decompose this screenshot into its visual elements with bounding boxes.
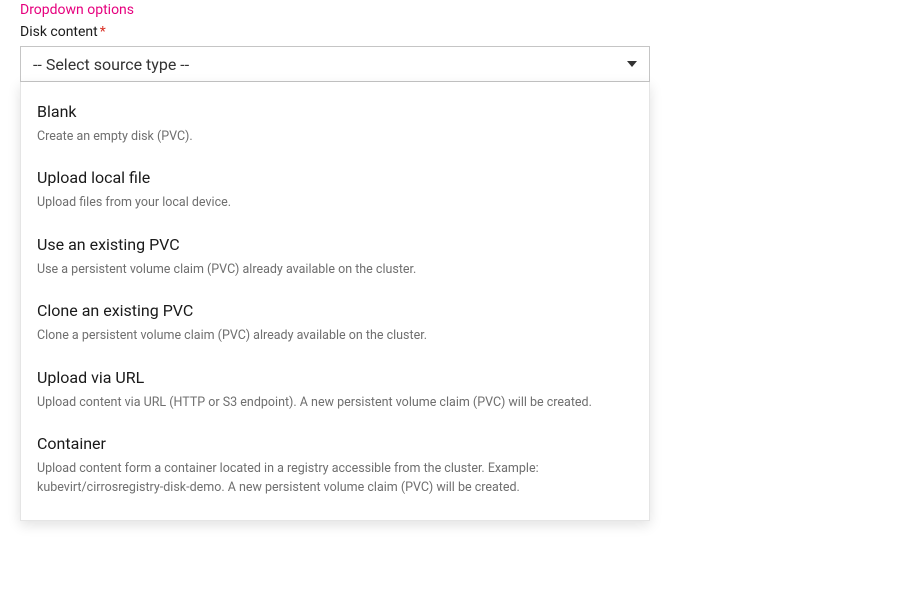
option-title: Container <box>37 434 633 453</box>
select-trigger[interactable]: -- Select source type -- <box>20 46 650 82</box>
option-upload-via-url[interactable]: Upload via URL Upload content via URL (H… <box>21 356 649 422</box>
option-upload-local-file[interactable]: Upload local file Upload files from your… <box>21 156 649 222</box>
option-blank[interactable]: Blank Create an empty disk (PVC). <box>21 90 649 156</box>
dropdown-panel: Blank Create an empty disk (PVC). Upload… <box>20 82 650 521</box>
option-description: Upload files from your local device. <box>37 193 633 212</box>
option-description: Create an empty disk (PVC). <box>37 127 633 146</box>
section-header: Dropdown options <box>20 2 900 18</box>
option-description: Use a persistent volume claim (PVC) alre… <box>37 260 633 279</box>
source-type-select: -- Select source type -- Blank Create an… <box>20 46 650 82</box>
field-label-text: Disk content <box>20 24 98 40</box>
option-title: Blank <box>37 102 633 121</box>
option-title: Clone an existing PVC <box>37 301 633 320</box>
option-description: Clone a persistent volume claim (PVC) al… <box>37 326 633 345</box>
caret-down-icon <box>627 61 637 67</box>
field-label: Disk content* <box>20 24 900 40</box>
select-placeholder: -- Select source type -- <box>33 55 189 74</box>
option-use-existing-pvc[interactable]: Use an existing PVC Use a persistent vol… <box>21 223 649 289</box>
required-indicator: * <box>100 24 106 40</box>
option-description: Upload content via URL (HTTP or S3 endpo… <box>37 393 633 412</box>
option-container[interactable]: Container Upload content form a containe… <box>21 422 649 508</box>
option-title: Upload via URL <box>37 368 633 387</box>
option-clone-existing-pvc[interactable]: Clone an existing PVC Clone a persistent… <box>21 289 649 355</box>
option-description: Upload content form a container located … <box>37 459 633 498</box>
option-title: Use an existing PVC <box>37 235 633 254</box>
option-title: Upload local file <box>37 168 633 187</box>
